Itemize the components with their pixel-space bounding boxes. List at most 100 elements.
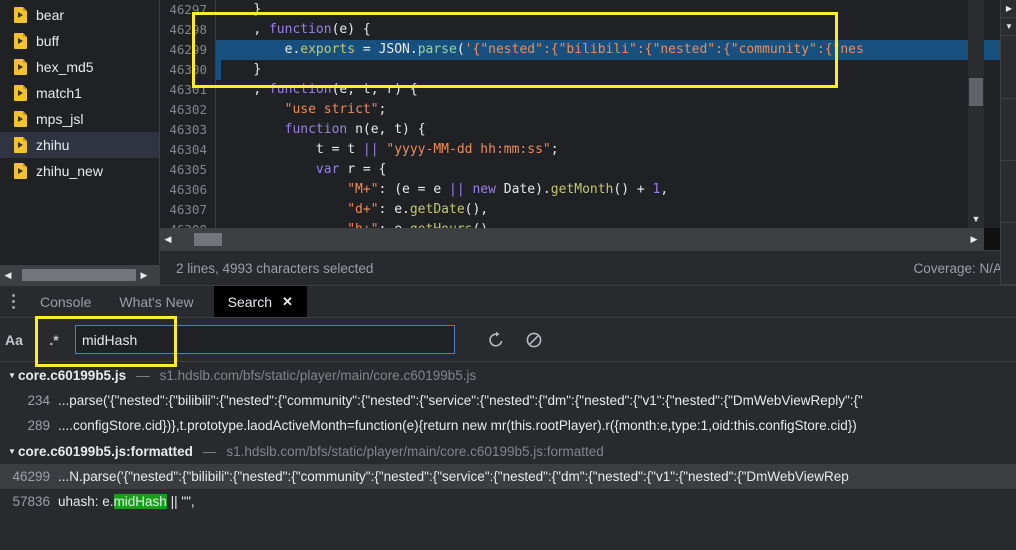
more-options-icon[interactable] [0,286,26,317]
code-line[interactable]: 46306 "M+": (e = e || new Date).getMonth… [160,180,1000,200]
js-file-icon [14,33,27,49]
scrollbar-segment [1001,223,1016,285]
code-line[interactable]: 46297 } [160,0,1000,20]
search-results-list[interactable]: ▼ core.c60199b5.js — s1.hdslb.com/bfs/stati… [0,362,1016,550]
code-line-text: } [253,2,262,17]
search-result-group-header[interactable]: ▼ core.c60199b5.js — s1.hdslb.com/bfs/stati… [0,362,1016,388]
sources-panel: bear buff hex_md5 match1 mps_jsl zhihu zhihu_n… [0,0,1016,285]
scroll-right-arrow-icon[interactable]: ▶ [136,265,152,285]
window-vertical-scrollbar[interactable]: ▶ ▼ [1000,0,1016,285]
code-line[interactable]: 46305 var r = { [160,160,1000,180]
scrollbar-segment [1001,37,1016,99]
code-line[interactable]: 46304 t = t || "yyyy-MM-dd hh:mm:ss"; [160,140,1000,160]
line-number: 46304 [160,140,216,160]
search-result-snippet: ...parse('{"nested":{"bilibili":{"nested… [58,393,863,408]
scroll-up-arrow-icon[interactable]: ▶ [1001,0,1016,18]
drawer-tab-what-s-new[interactable]: What's New [105,286,207,317]
code-line[interactable]: 46308 "h+": e.getHours() [160,220,1000,228]
search-result-row[interactable]: 234 ...parse('{"nested":{"bilibili":{"nes… [0,388,1016,413]
line-number: 46298 [160,20,216,40]
regex-button[interactable]: .* [36,318,72,362]
separator-dash: — [136,367,150,383]
search-result-row[interactable]: 57836 uhash: e.midHash || "", [0,489,1016,514]
scroll-down-arrow-icon[interactable]: ▼ [968,214,984,224]
scrollbar-thumb[interactable] [969,78,983,106]
search-result-file-name: core.c60199b5.js:formatted [18,443,193,459]
scrollbar-segment [1001,161,1016,223]
file-tree-item-label: bear [36,7,65,23]
refresh-icon[interactable] [481,318,511,362]
snippet-text: uhash: e. [58,494,114,509]
editor-status-bar: 2 lines, 4993 characters selected Covera… [160,250,1016,285]
code-line-text: function n(e, t) { [284,122,426,137]
search-result-group-header[interactable]: ▼ core.c60199b5.js:formatted — s1.hdslb.com… [0,438,1016,464]
file-tree-item-mps_jsl[interactable]: mps_jsl [0,106,159,132]
search-result-line-number: 289 [27,418,50,433]
close-icon[interactable]: ✕ [282,294,293,310]
drawer-panel: ConsoleWhat's NewSearch✕ Aa .* ▼core.c60… [0,285,1016,550]
separator-dash: — [202,443,217,459]
search-result-line-number: 234 [27,393,50,408]
scrollbar-thumb[interactable] [194,232,222,246]
drawer-tab-label: Console [40,293,92,310]
file-tree-horizontal-scrollbar[interactable]: ◀ ▶ [0,265,159,285]
scroll-left-arrow-icon[interactable]: ◀ [160,229,176,249]
clear-icon[interactable] [519,318,549,362]
search-result-row[interactable]: 46299 ...N.parse('{"nested":{"bilibili":{… [0,464,1016,489]
code-line[interactable]: 46302 "use strict"; [160,100,1000,120]
code-line-text: var r = { [315,162,387,177]
file-tree-item-zhihu_new[interactable]: zhihu_new [0,158,159,184]
file-tree-item-label: buff [36,33,60,49]
code-line[interactable]: 46300 } [160,60,1000,80]
js-file-icon [14,137,27,153]
scrollbar-track[interactable] [1001,37,1016,285]
code-editor[interactable]: 46297 } 46298 , function(e) {46299 e.expo… [160,0,1000,285]
code-line[interactable]: 46307 "d+": e.getDate(), [160,200,1000,220]
code-line-text: , function(e) { [253,22,371,37]
code-lines[interactable]: 46297 } 46298 , function(e) {46299 e.expo… [160,0,1000,228]
snippet-text: ...parse('{"nested":{"bilibili":{"nested… [58,393,863,408]
scroll-right-arrow-icon[interactable]: ▶ [966,228,982,250]
scrollbar-thumb[interactable] [22,269,136,281]
editor-vertical-scrollbar[interactable]: ▼ [968,0,984,228]
js-file-icon [14,7,27,23]
search-result-snippet: uhash: e.midHash || "", [58,494,195,509]
search-result-row[interactable]: 289 ....configStore.cid})},t.prototype.la… [0,413,1016,438]
chevron-down-icon[interactable]: ▼ [6,438,18,464]
line-number: 46306 [160,180,216,200]
file-tree-item-zhihu[interactable]: zhihu [0,132,159,158]
line-number: 46303 [160,120,216,140]
file-tree-item-bear[interactable]: bear [0,2,159,28]
search-result-snippet: ....configStore.cid})},t.prototype.laodA… [58,418,857,433]
file-tree-item-label: zhihu_new [36,163,103,179]
drawer-tab-label: What's New [119,293,194,310]
code-line-text: "M+": (e = e || new Date).getMonth() + 1… [347,182,669,197]
drawer-tab-search[interactable]: Search ✕ [213,286,307,317]
line-number: 46297 [160,0,216,20]
chevron-down-icon[interactable]: ▼ [6,362,18,388]
snippet-text: ...N.parse('{"nested":{"bilibili":{"nest… [58,469,849,484]
code-line[interactable]: 46299 e.exports = JSON.parse('{"nested":… [160,40,1000,60]
search-result-line-number: 57836 [12,494,50,509]
code-line-text: t = t || "yyyy-MM-dd hh:mm:ss"; [315,142,559,157]
file-tree-item-hex_md5[interactable]: hex_md5 [0,54,159,80]
search-toolbar: Aa .* [0,318,1016,362]
match-case-button[interactable]: Aa [0,318,28,362]
code-line[interactable]: 46298 , function(e) { [160,20,1000,40]
code-line[interactable]: 46303 function n(e, t) { [160,120,1000,140]
file-tree-item-label: hex_md5 [36,59,94,75]
scroll-down-arrow-icon[interactable]: ▼ [1001,18,1016,36]
code-line-text: "use strict"; [284,102,387,117]
line-number: 46302 [160,100,216,120]
js-file-icon [14,163,27,179]
file-tree-panel[interactable]: bear buff hex_md5 match1 mps_jsl zhihu zhihu_n… [0,0,160,285]
file-tree-item-buff[interactable]: buff [0,28,159,54]
line-number: 46299 [160,40,216,60]
drawer-tab-console[interactable]: Console [26,286,105,317]
editor-horizontal-scrollbar[interactable]: ◀ [160,228,984,250]
snippet-text-after: || "", [166,494,195,509]
search-input[interactable] [75,325,455,354]
file-tree-item-match1[interactable]: match1 [0,80,159,106]
scroll-left-arrow-icon[interactable]: ◀ [0,265,16,285]
code-line[interactable]: 46301 , function(e, t, r) { [160,80,1000,100]
